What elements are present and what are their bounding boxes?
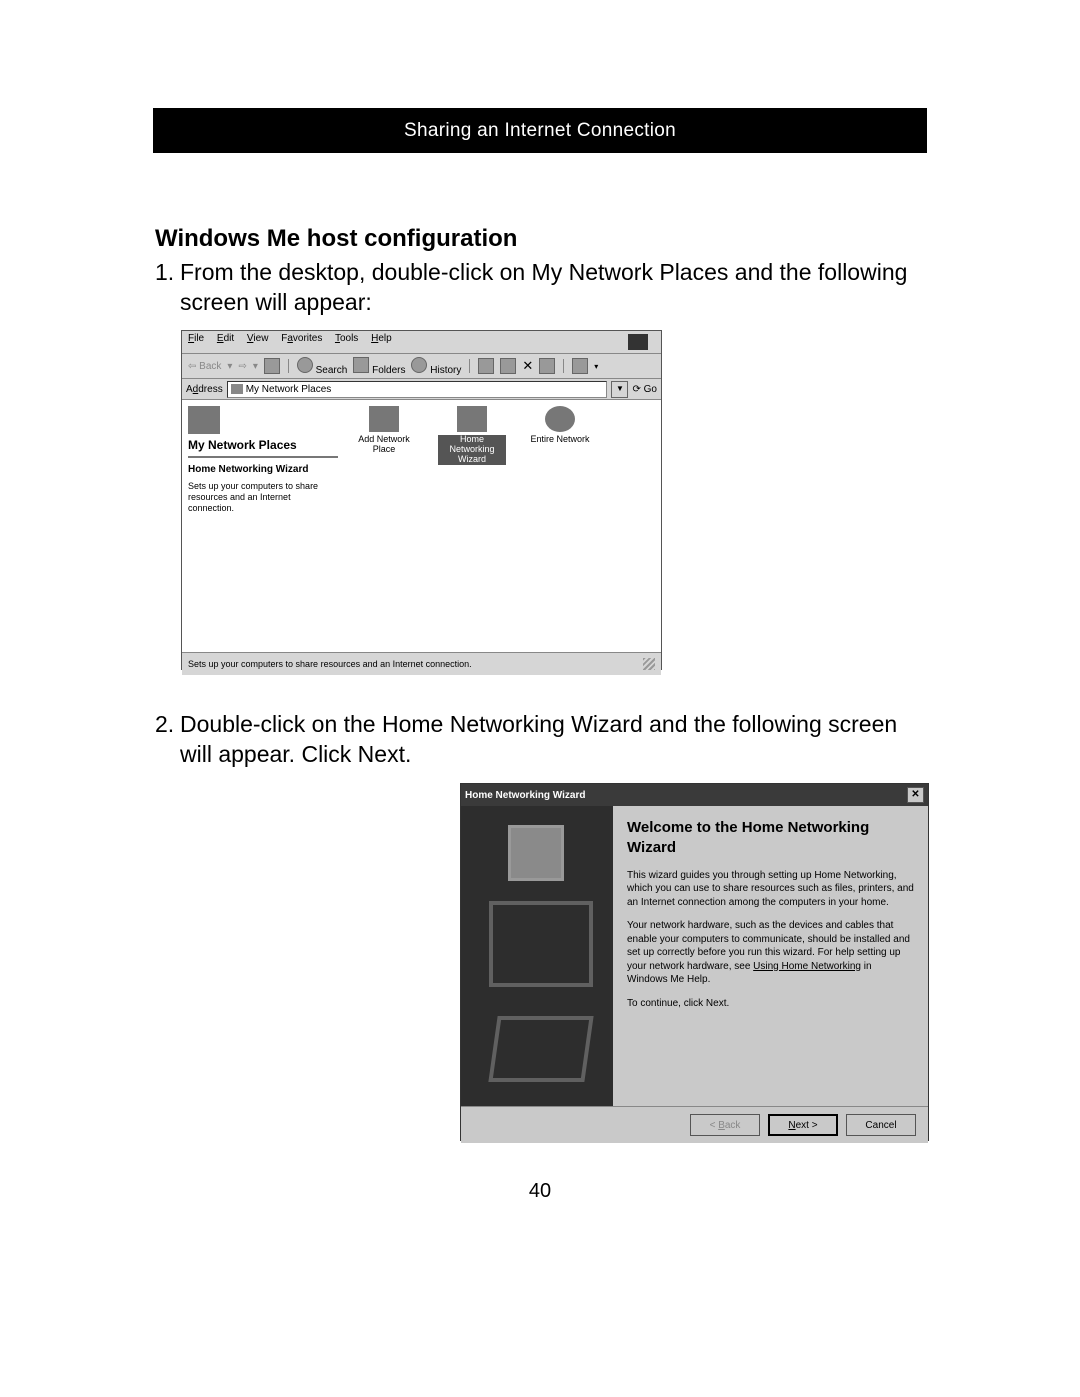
resize-grip-icon[interactable] [643,658,655,670]
go-button[interactable]: ⟳ Go [632,384,657,395]
wizard-paragraph-2: Your network hardware, such as the devic… [627,919,914,987]
wizard-buttons: < Back Next > Cancel [461,1106,928,1143]
monitor-icon [489,901,593,987]
add-network-place-icon [369,406,399,432]
moveto-icon[interactable] [478,358,494,374]
icon-label: Entire Network [526,435,594,445]
icon-label: Home Networking Wizard [438,435,506,465]
info-pane-desc: Sets up your computers to share resource… [188,481,338,513]
views-icon[interactable] [572,358,588,374]
menu-tools[interactable]: Tools [335,333,358,344]
step-1: 1.From the desktop, double-click on My N… [155,258,929,318]
status-text: Sets up your computers to share resource… [188,659,472,669]
using-home-networking-link[interactable]: Using Home Networking [753,961,861,972]
step-2: 2.Double-click on the Home Networking Wi… [155,710,929,770]
computer-icon [231,384,243,394]
icon-add-network-place[interactable]: Add Network Place [350,406,418,455]
address-dropdown[interactable]: ▼ [611,381,628,398]
info-pane-title: My Network Places [188,438,338,452]
up-icon[interactable] [264,358,280,374]
history-button[interactable]: History [411,357,461,376]
step-2-number: 2. [155,710,180,740]
status-bar: Sets up your computers to share resource… [182,652,661,675]
wizard-paragraph-1: This wizard guides you through setting u… [627,869,914,910]
folders-button[interactable]: Folders [353,357,405,376]
wizard-titlebar: Home Networking Wizard ✕ [461,784,928,806]
icon-area: Add Network Place Home Networking Wizard… [344,400,661,652]
page-banner: Sharing an Internet Connection [153,108,927,153]
folders-icon [353,357,369,373]
page-number: 40 [0,1180,1080,1203]
search-icon [297,357,313,373]
menu-help[interactable]: Help [371,333,392,344]
wizard-graphic [461,806,613,1106]
back-button: < Back [690,1114,760,1136]
wizard-paragraph-3: To continue, click Next. [627,997,914,1011]
menu-favorites[interactable]: Favorites [281,333,322,344]
step-1-text: From the desktop, double-click on My Net… [180,258,920,318]
close-button[interactable]: ✕ [907,787,924,803]
laptop-icon [488,1016,593,1082]
wizard-text: Welcome to the Home Networking Wizard Th… [613,806,928,1106]
home-networking-wizard-icon [457,406,487,432]
forward-button[interactable]: ⇨ [238,361,246,372]
undo-icon[interactable] [539,358,555,374]
network-places-icon [188,406,220,434]
search-button[interactable]: Search [297,357,347,376]
entire-network-icon [545,406,575,432]
address-value: My Network Places [246,384,332,395]
icon-entire-network[interactable]: Entire Network [526,406,594,445]
step-1-number: 1. [155,258,180,288]
back-button[interactable]: ⇦ Back [188,361,221,372]
next-button[interactable]: Next > [768,1114,838,1136]
wizard-heading: Welcome to the Home Networking Wizard [627,818,914,859]
explorer-window: FFileile Edit View Favorites Tools Help … [181,330,662,670]
menu-bar: FFileile Edit View Favorites Tools Help [182,331,661,354]
delete-button[interactable]: ✕ [522,358,533,374]
info-pane: My Network Places Home Networking Wizard… [182,400,344,652]
address-input[interactable]: My Network Places [227,381,608,398]
info-pane-subtitle: Home Networking Wizard [188,464,338,475]
icon-label: Add Network Place [350,435,418,455]
history-icon [411,357,427,373]
wizard-title: Home Networking Wizard [465,790,585,801]
cancel-button[interactable]: Cancel [846,1114,916,1136]
menu-view[interactable]: View [247,333,269,344]
copyto-icon[interactable] [500,358,516,374]
step-2-text: Double-click on the Home Networking Wiza… [180,710,920,770]
toolbar: ⇦ Back ▾ ⇨ ▾ Search Folders History ✕ ▾ [182,354,661,379]
address-bar: Address My Network Places ▼ ⟳ Go [182,379,661,400]
menu-edit[interactable]: Edit [217,333,234,344]
menu-file[interactable]: FFileile [188,333,204,344]
wizard-dialog: Home Networking Wizard ✕ Welcome to the … [460,783,929,1141]
section-heading: Windows Me host configuration [155,225,517,253]
icon-home-networking-wizard[interactable]: Home Networking Wizard [438,406,506,465]
address-label: Address [186,384,223,395]
windows-logo-icon [628,334,648,350]
printer-icon [511,828,561,878]
